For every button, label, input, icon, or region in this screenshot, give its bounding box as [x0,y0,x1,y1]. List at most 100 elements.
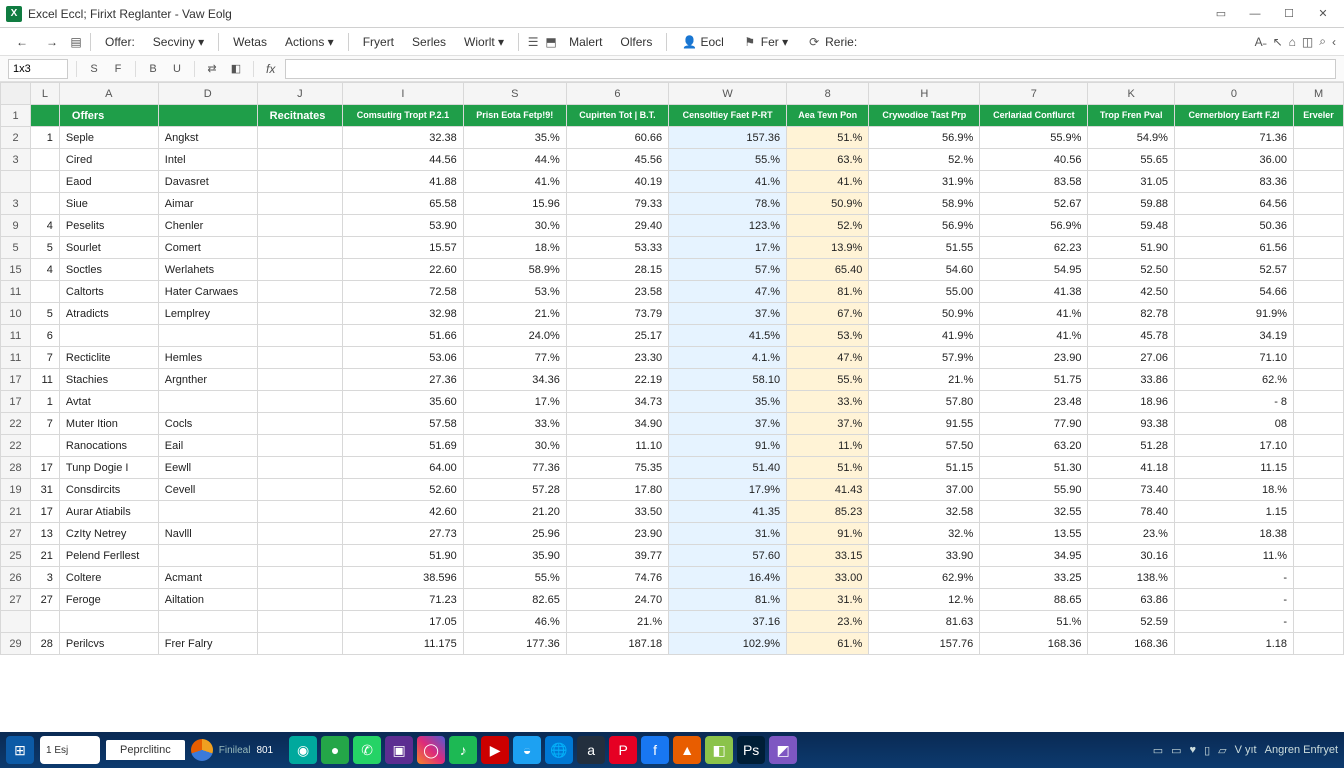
cell[interactable]: 33.% [787,391,869,413]
tool-f[interactable]: F [109,60,127,78]
cell[interactable]: 71.36 [1174,127,1293,149]
cell[interactable]: Eail [158,435,257,457]
row-header[interactable]: 11 [1,281,31,303]
cell[interactable]: 71.23 [343,589,464,611]
cell[interactable]: 34.95 [980,545,1088,567]
cell[interactable]: Cocls [158,413,257,435]
cell[interactable]: Ailtation [158,589,257,611]
cell[interactable]: 40.56 [980,149,1088,171]
cell[interactable] [257,215,342,237]
cell[interactable]: 15.96 [463,193,566,215]
cell[interactable]: Tunp Dogie I [59,457,158,479]
cell[interactable]: 5 [31,303,60,325]
cell[interactable]: 13 [31,523,60,545]
cell[interactable]: - [1174,589,1293,611]
cell[interactable]: 56.9% [980,215,1088,237]
cell[interactable]: 11.15 [1174,457,1293,479]
cell[interactable]: 7 [31,413,60,435]
cell[interactable] [1294,633,1344,655]
row-header[interactable]: 2 [1,127,31,149]
cell[interactable] [257,171,342,193]
cell[interactable] [31,611,60,633]
cell[interactable]: 44.56 [343,149,464,171]
cell[interactable]: 24.0% [463,325,566,347]
cell[interactable]: 39.77 [566,545,668,567]
cell[interactable]: Peselits [59,215,158,237]
cell[interactable]: Lemplrey [158,303,257,325]
header-cell[interactable]: Cernerblory Earft F.2l [1174,105,1293,127]
cell[interactable] [1294,149,1344,171]
cell[interactable]: 54.66 [1174,281,1293,303]
cell[interactable]: 51.69 [343,435,464,457]
menu-wiorlt[interactable]: Wiorlt ▾ [456,31,512,53]
select-all-corner[interactable] [1,83,31,105]
cell[interactable]: 187.18 [566,633,668,655]
cell[interactable]: 41.% [463,171,566,193]
cell[interactable]: - [1174,611,1293,633]
cell[interactable]: 23.48 [980,391,1088,413]
cell[interactable]: 55.65 [1088,149,1174,171]
refresh-button[interactable]: ⟳Rerie: [798,30,865,54]
cell[interactable] [1294,435,1344,457]
cell[interactable]: 18.% [463,237,566,259]
cell[interactable]: 1.18 [1174,633,1293,655]
cell[interactable]: 45.56 [566,149,668,171]
cell[interactable]: 51.30 [980,457,1088,479]
cell[interactable]: 50.9% [869,303,980,325]
cell[interactable] [1294,259,1344,281]
row-header[interactable]: 15 [1,259,31,281]
cell[interactable]: 22.60 [343,259,464,281]
cell[interactable]: 82.78 [1088,303,1174,325]
row-header[interactable]: 1 [1,105,31,127]
row-header[interactable] [1,171,31,193]
cell[interactable]: 44.% [463,149,566,171]
cell[interactable]: 52.60 [343,479,464,501]
panel-icon[interactable]: ◫ [1302,35,1313,49]
cell[interactable]: 61.% [787,633,869,655]
cell[interactable]: 67.% [787,303,869,325]
cell[interactable] [1294,303,1344,325]
cell[interactable]: 37.00 [869,479,980,501]
cell[interactable]: 24.70 [566,589,668,611]
facebook-icon[interactable]: f [641,736,669,764]
cell[interactable]: 52.67 [980,193,1088,215]
cell[interactable]: Muter Ition [59,413,158,435]
header-cell[interactable]: Crywodioe Tast Prp [869,105,980,127]
cell[interactable] [1294,501,1344,523]
cell[interactable]: 33.86 [1088,369,1174,391]
fill-icon[interactable]: ◧ [227,60,245,78]
cell[interactable]: 22.19 [566,369,668,391]
taskbar-search[interactable]: 1 Esj [40,736,100,764]
layout-icon[interactable]: ⬒ [543,34,559,50]
photoshop-icon[interactable]: Ps [737,736,765,764]
sheet-tab-active[interactable]: Peprclitinc [106,740,185,760]
cell[interactable]: 31.05 [1088,171,1174,193]
row-header[interactable]: 3 [1,193,31,215]
cell[interactable]: 17.% [463,391,566,413]
cell[interactable] [59,611,158,633]
cell[interactable]: 168.36 [1088,633,1174,655]
header-cell[interactable] [31,105,60,127]
whatsapp-icon[interactable]: ✆ [353,736,381,764]
cell[interactable]: 33.90 [869,545,980,567]
cell[interactable]: 12.% [869,589,980,611]
flag-button[interactable]: ⚑Fer ▾ [734,30,796,54]
cell[interactable]: 34.36 [463,369,566,391]
row-header[interactable]: 19 [1,479,31,501]
row-header[interactable]: 27 [1,523,31,545]
app-icon-8[interactable]: ◒ [513,736,541,764]
cell[interactable]: 157.36 [669,127,787,149]
cell[interactable]: 73.79 [566,303,668,325]
cell[interactable]: 51.75 [980,369,1088,391]
tray-icon-5[interactable]: ▱ [1218,744,1226,757]
cell[interactable]: 31.% [669,523,787,545]
cell[interactable]: 41.% [980,325,1088,347]
cell[interactable]: 21 [31,545,60,567]
font-dec-button[interactable]: A˗ [1255,35,1267,49]
cell[interactable]: 30.% [463,435,566,457]
cell[interactable]: 64.56 [1174,193,1293,215]
cell[interactable]: Avtat [59,391,158,413]
row-header[interactable] [1,611,31,633]
cell[interactable]: 53.06 [343,347,464,369]
cell[interactable] [1294,171,1344,193]
